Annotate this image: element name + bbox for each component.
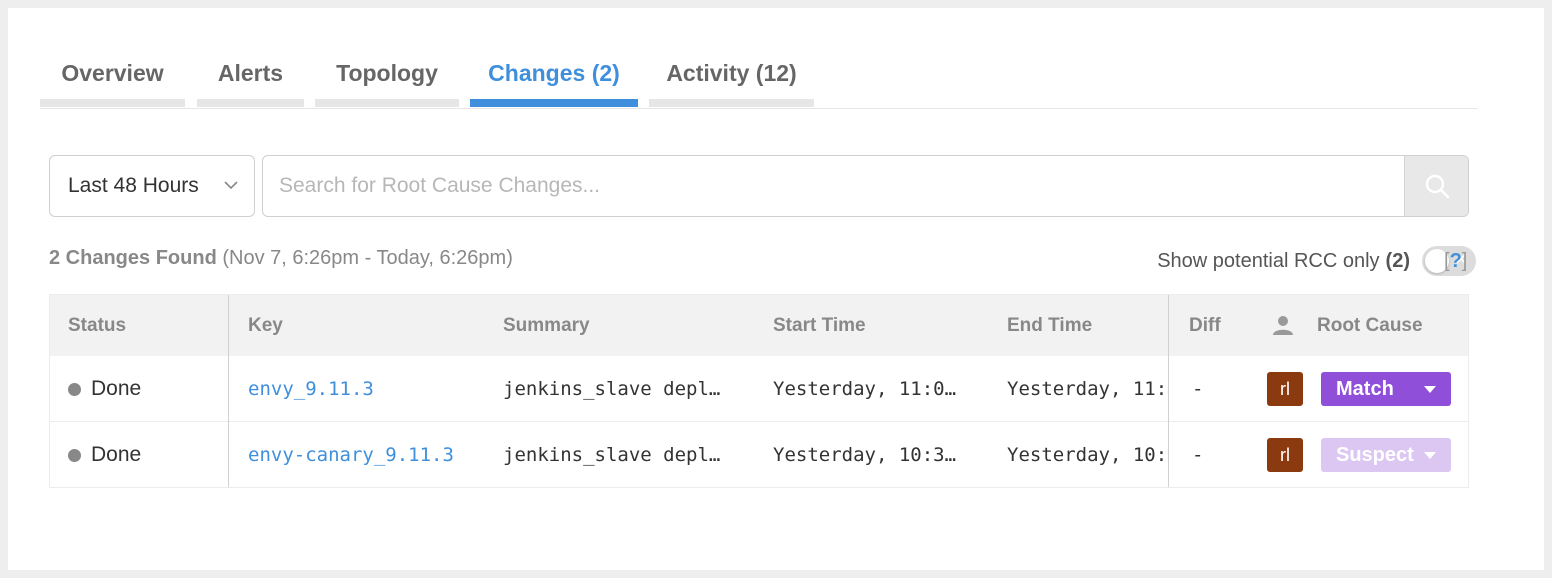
search-box: [262, 155, 1469, 217]
help-label: ?: [1449, 250, 1462, 272]
help-link[interactable]: [?]: [1444, 246, 1467, 276]
header-summary[interactable]: Summary: [503, 295, 590, 356]
header-root-cause[interactable]: Root Cause: [1317, 295, 1423, 356]
diff-cell: -: [1192, 444, 1204, 466]
rcc-count: (2): [1385, 249, 1410, 272]
time-range-select[interactable]: Last 48 Hours: [49, 155, 255, 217]
caret-down-icon: [1424, 386, 1436, 393]
root-cause-match-button[interactable]: Match: [1321, 372, 1451, 406]
status-text: Done: [91, 377, 142, 400]
start-time-cell: Yesterday, 11:0…: [773, 378, 957, 400]
chevron-down-icon: [224, 181, 238, 190]
caret-down-icon: [1424, 452, 1436, 459]
time-range-value: Last 48 Hours: [68, 174, 199, 197]
root-cause-label: Suspect: [1336, 443, 1414, 466]
status-dot: [68, 448, 81, 462]
summary-cell: jenkins_slave depl…: [503, 444, 721, 466]
results-summary: 2 Changes Found (Nov 7, 6:26pm - Today, …: [49, 247, 513, 270]
table-row[interactable]: Done envy-canary_9.11.3 jenkins_slave de…: [50, 422, 1468, 488]
header-diff[interactable]: Diff: [1189, 295, 1221, 356]
diff-cell: -: [1192, 378, 1204, 400]
key-link[interactable]: envy-canary_9.11.3: [248, 422, 454, 488]
end-time-cell: Yesterday, 10:: [1007, 444, 1168, 466]
changes-table: Status Key Summary Start Time End Time D…: [49, 294, 1469, 488]
status-cell: Done: [68, 356, 141, 422]
search-input[interactable]: [263, 156, 1405, 216]
results-count: 2 Changes Found: [49, 247, 217, 269]
end-time-cell: Yesterday, 11:: [1007, 378, 1168, 400]
table-header: Status Key Summary Start Time End Time D…: [50, 295, 1468, 356]
search-icon: [1425, 174, 1449, 199]
status-dot: [68, 382, 81, 396]
key-link[interactable]: envy_9.11.3: [248, 356, 374, 422]
tab-activity[interactable]: Activity (12): [649, 40, 814, 107]
header-key[interactable]: Key: [248, 295, 283, 356]
rcc-filter: Show potential RCC only (2) ✕: [1157, 246, 1476, 276]
avatar: rl: [1267, 372, 1303, 406]
status-cell: Done: [68, 422, 141, 488]
header-end-time[interactable]: End Time: [1007, 295, 1092, 356]
root-cause-suspect-button[interactable]: Suspect: [1321, 438, 1451, 472]
root-cause-label: Match: [1336, 377, 1394, 400]
column-divider: [228, 295, 229, 487]
tab-topology[interactable]: Topology: [315, 40, 459, 107]
start-time-cell: Yesterday, 10:3…: [773, 444, 957, 466]
tab-alerts[interactable]: Alerts: [197, 40, 304, 107]
column-divider: [1168, 295, 1169, 487]
header-start-time[interactable]: Start Time: [773, 295, 866, 356]
tab-bar: Overview Alerts Topology Changes (2) Act…: [40, 40, 1478, 109]
rcc-label: Show potential RCC only: [1157, 249, 1380, 272]
status-text: Done: [91, 443, 142, 466]
results-range: (Nov 7, 6:26pm - Today, 6:26pm): [222, 247, 513, 269]
header-status[interactable]: Status: [68, 295, 126, 356]
summary-cell: jenkins_slave depl…: [503, 378, 721, 400]
tab-changes[interactable]: Changes (2): [470, 40, 638, 107]
table-row[interactable]: Done envy_9.11.3 jenkins_slave depl… Yes…: [50, 356, 1468, 422]
tab-overview[interactable]: Overview: [40, 40, 185, 107]
user-icon: [1273, 316, 1293, 335]
avatar: rl: [1267, 438, 1303, 472]
search-button[interactable]: [1404, 156, 1468, 216]
